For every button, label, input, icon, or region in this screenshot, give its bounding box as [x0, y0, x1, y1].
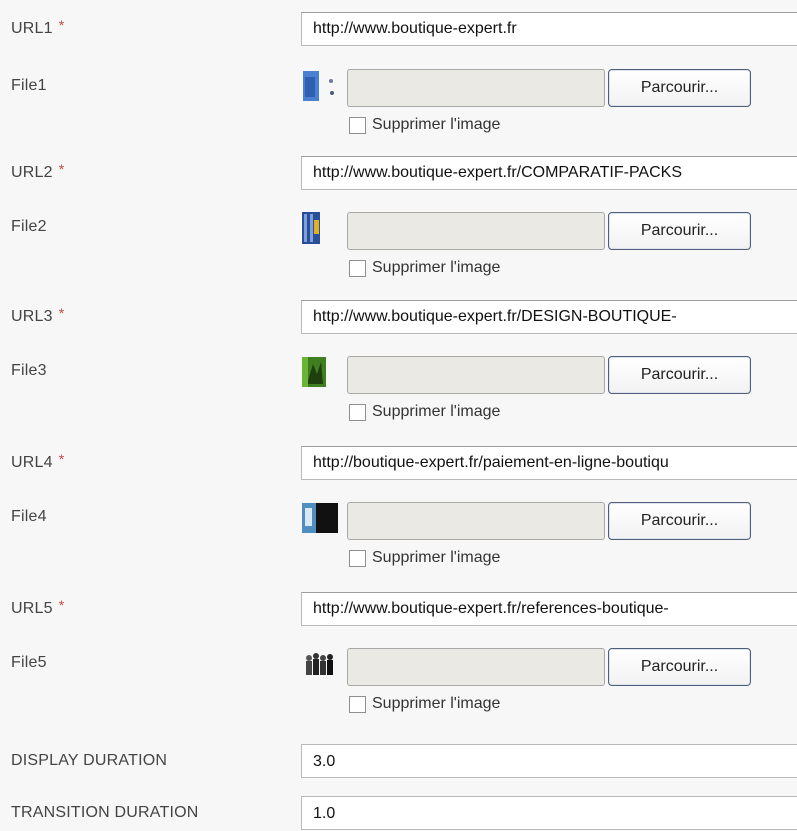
browse-button[interactable]: Parcourir... [608, 502, 751, 540]
url-label: URL5 * [11, 597, 65, 617]
url-input[interactable]: http://www.boutique-expert.fr/references… [301, 592, 797, 626]
file-label: File1 [11, 77, 47, 94]
file-label: File4 [11, 508, 47, 525]
delete-image-label: Supprimer l'image [372, 695, 501, 712]
required-mark: * [58, 161, 65, 177]
url-label: URL1 * [11, 17, 65, 37]
file-path-field[interactable] [347, 212, 605, 250]
delete-image-label: Supprimer l'image [372, 403, 501, 420]
delete-image-label: Supprimer l'image [372, 259, 501, 276]
delete-image-checkbox[interactable] [349, 260, 366, 277]
required-mark: * [58, 305, 65, 321]
file-label: File3 [11, 362, 47, 379]
required-mark: * [58, 451, 65, 467]
delete-image-checkbox[interactable] [349, 404, 366, 421]
file-path-field[interactable] [347, 502, 605, 540]
file-path-field[interactable] [347, 648, 605, 686]
url-label: URL3 * [11, 305, 65, 325]
image-thumbnail [301, 500, 341, 536]
delete-image-checkbox[interactable] [349, 117, 366, 134]
file-path-field[interactable] [347, 356, 605, 394]
url-input[interactable]: http://boutique-expert.fr/paiement-en-li… [301, 446, 797, 480]
image-thumbnail [301, 210, 341, 246]
delete-image-label: Supprimer l'image [372, 116, 501, 133]
url-label: URL2 * [11, 161, 65, 181]
display-duration-input[interactable]: 3.0 [301, 744, 797, 778]
file-path-field[interactable] [347, 69, 605, 107]
browse-button[interactable]: Parcourir... [608, 69, 751, 107]
url-input[interactable]: http://www.boutique-expert.fr/COMPARATIF… [301, 156, 797, 190]
delete-image-checkbox[interactable] [349, 550, 366, 567]
file-label: File5 [11, 654, 47, 671]
url-input[interactable]: http://www.boutique-expert.fr/DESIGN-BOU… [301, 300, 797, 334]
image-thumbnail [301, 354, 341, 390]
transition-duration-input[interactable]: 1.0 [301, 796, 797, 830]
delete-image-label: Supprimer l'image [372, 549, 501, 566]
display-duration-label: DISPLAY DURATION [11, 752, 168, 769]
transition-duration-label: TRANSITION DURATION [11, 804, 199, 821]
delete-image-checkbox[interactable] [349, 696, 366, 713]
url-input[interactable]: http://www.boutique-expert.fr [301, 12, 797, 46]
image-thumbnail [301, 646, 341, 682]
required-mark: * [58, 17, 65, 33]
url-label: URL4 * [11, 451, 65, 471]
browse-button[interactable]: Parcourir... [608, 212, 751, 250]
required-mark: * [58, 597, 65, 613]
browse-button[interactable]: Parcourir... [608, 356, 751, 394]
image-thumbnail [301, 67, 341, 103]
browse-button[interactable]: Parcourir... [608, 648, 751, 686]
file-label: File2 [11, 218, 47, 235]
